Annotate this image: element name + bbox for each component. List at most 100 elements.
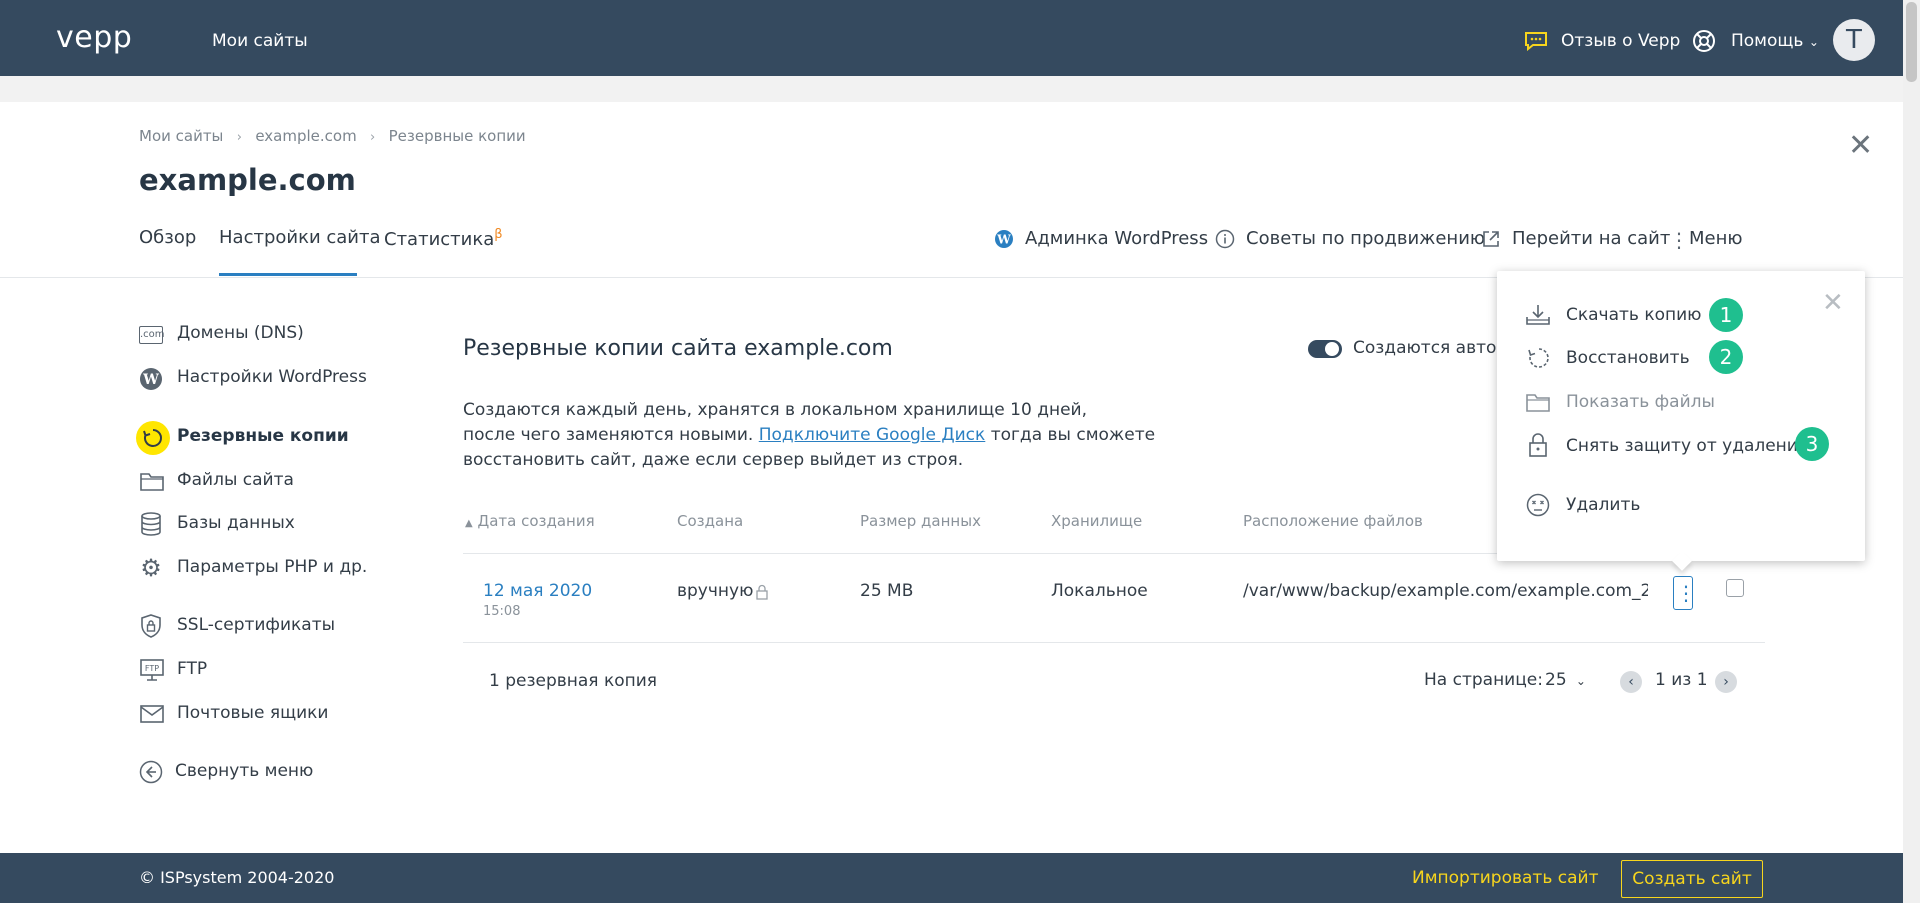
column-header-storage[interactable]: Хранилище xyxy=(1051,512,1142,530)
copyright: © ISPsystem 2004-2020 xyxy=(139,868,335,887)
tab-stats-label: Статистика xyxy=(384,229,495,250)
restore-icon xyxy=(1527,346,1551,370)
breadcrumb-site[interactable]: example.com xyxy=(255,127,356,145)
step-badge: 1 xyxy=(1709,298,1743,332)
next-page-button[interactable]: › xyxy=(1715,671,1737,693)
gap-strip xyxy=(0,76,1903,102)
column-header-location[interactable]: Расположение файлов xyxy=(1243,512,1423,530)
go-to-site-link[interactable]: Перейти на сайт xyxy=(1512,228,1670,249)
breadcrumb: Мои сайты › example.com › Резервные копи… xyxy=(139,126,526,145)
sidebar-item-domains[interactable]: .com xyxy=(139,322,165,344)
sidebar-item-label[interactable]: Настройки WordPress xyxy=(177,367,367,387)
auto-backup-label: Создаются автом xyxy=(1353,338,1510,358)
wp-admin-link[interactable]: Админка WordPress xyxy=(1025,228,1208,249)
active-tab-indicator xyxy=(219,273,357,276)
step-badge: 2 xyxy=(1709,340,1743,374)
column-header-size[interactable]: Размер данных xyxy=(860,512,981,530)
import-site-link[interactable]: Импортировать сайт xyxy=(1412,868,1598,888)
svg-text:W: W xyxy=(142,372,159,388)
breadcrumb-separator: › xyxy=(228,130,251,145)
help-menu[interactable]: Помощь ⌄ xyxy=(1731,31,1819,51)
sidebar-item-label[interactable]: Почтовые ящики xyxy=(177,703,328,723)
chevron-left-icon: ‹ xyxy=(1628,674,1634,690)
gear-icon: ⚙ xyxy=(140,554,162,582)
collapse-menu-icon xyxy=(139,760,163,784)
tab-settings[interactable]: Настройки сайта xyxy=(219,227,381,248)
create-site-button[interactable]: Создать сайт xyxy=(1621,860,1763,898)
menu-item-download[interactable]: Скачать копию xyxy=(1566,305,1702,325)
lock-icon xyxy=(1528,432,1548,458)
backup-icon xyxy=(142,427,164,449)
collapse-menu-button[interactable]: Свернуть меню xyxy=(175,761,313,781)
lock-icon xyxy=(756,584,768,600)
menu-item-restore[interactable]: Восстановить xyxy=(1566,348,1690,368)
my-sites-link[interactable]: Мои сайты xyxy=(212,31,308,51)
prev-page-button[interactable]: ‹ xyxy=(1620,671,1642,693)
page-title: example.com xyxy=(139,163,356,197)
domain-icon: .com xyxy=(139,326,165,344)
column-header-created[interactable]: Создана xyxy=(677,512,743,530)
breadcrumb-my-sites[interactable]: Мои сайты xyxy=(139,127,223,145)
database-icon xyxy=(140,511,162,537)
scrollbar[interactable] xyxy=(1903,0,1920,903)
row-checkbox[interactable] xyxy=(1726,579,1744,597)
menu-item-delete[interactable]: Удалить xyxy=(1566,495,1640,515)
svg-text:W: W xyxy=(996,233,1011,247)
info-icon xyxy=(1215,229,1235,249)
scrollbar-thumb[interactable] xyxy=(1906,2,1917,82)
backup-size: 25 MB xyxy=(860,581,914,601)
shield-icon xyxy=(139,613,163,639)
column-header-label: Дата создания xyxy=(477,512,595,530)
per-page-label: На странице: xyxy=(1424,670,1543,690)
tips-link[interactable]: Советы по продвижению xyxy=(1246,228,1485,249)
per-page-value: 25 xyxy=(1545,670,1567,690)
tab-overview[interactable]: Обзор xyxy=(139,227,196,248)
column-header-date[interactable]: ▲ Дата создания xyxy=(465,512,595,530)
external-link-icon xyxy=(1481,229,1501,249)
kebab-icon: ⋮ xyxy=(1676,581,1696,605)
download-icon xyxy=(1525,303,1551,327)
delete-icon xyxy=(1526,493,1550,517)
folder-icon xyxy=(1525,391,1551,413)
description-text: после чего заменяются новыми. xyxy=(463,425,759,445)
avatar[interactable]: T xyxy=(1833,19,1875,61)
sidebar-item-label[interactable]: Резервные копии xyxy=(177,426,349,446)
beta-mark: β xyxy=(494,227,503,242)
tab-stats[interactable]: Статистикаβ xyxy=(384,227,503,250)
wordpress-icon: W xyxy=(994,229,1014,249)
sidebar-item-label[interactable]: FTP xyxy=(177,659,207,679)
step-badge: 3 xyxy=(1795,427,1829,461)
help-label: Помощь xyxy=(1731,31,1804,51)
description-text: тогда вы сможете xyxy=(985,425,1156,445)
sidebar-item-label[interactable]: Файлы сайта xyxy=(177,470,294,490)
sidebar-item-label[interactable]: SSL-сертификаты xyxy=(177,615,335,635)
per-page-select[interactable]: 25 ⌄ xyxy=(1545,670,1586,690)
backup-date-link[interactable]: 12 мая 2020 xyxy=(483,581,592,601)
svg-text:FTP: FTP xyxy=(145,664,159,673)
backup-time: 15:08 xyxy=(483,604,521,619)
feedback-link[interactable]: Отзыв о Vepp xyxy=(1561,31,1680,51)
description-line: Создаются каждый день, хранятся в локаль… xyxy=(463,400,1087,420)
close-icon[interactable]: ✕ xyxy=(1822,288,1844,318)
close-icon[interactable]: ✕ xyxy=(1848,128,1873,163)
sidebar-item-label[interactable]: Домены (DNS) xyxy=(177,323,304,343)
mail-icon xyxy=(139,704,165,724)
backup-storage: Локальное xyxy=(1051,581,1148,601)
sort-arrow-icon: ▲ xyxy=(465,518,473,529)
backups-title: Резервные копии сайта example.com xyxy=(463,336,893,361)
chevron-down-icon: ⌄ xyxy=(1808,35,1819,49)
toggle-knob xyxy=(1325,342,1339,356)
connect-google-drive-link[interactable]: Подключите Google Диск xyxy=(759,425,986,445)
menu-item-show-files[interactable]: Показать файлы xyxy=(1566,392,1715,412)
menu-item-unprotect[interactable]: Снять защиту от удаления xyxy=(1566,436,1808,456)
chat-icon xyxy=(1524,31,1548,52)
backup-path: /var/www/backup/example.com/example.com_… xyxy=(1243,581,1648,601)
folder-icon xyxy=(139,470,165,492)
menu-button[interactable]: Меню xyxy=(1689,228,1743,249)
sidebar-item-label[interactable]: Базы данных xyxy=(177,513,295,533)
kebab-icon: ⋮ xyxy=(1669,228,1689,252)
table-divider xyxy=(463,642,1765,643)
sidebar-item-label[interactable]: Параметры PHP и др. xyxy=(177,557,367,577)
description-line: восстановить сайт, даже если сервер выйд… xyxy=(463,450,964,470)
vepp-logo[interactable]: vepp xyxy=(56,20,132,55)
